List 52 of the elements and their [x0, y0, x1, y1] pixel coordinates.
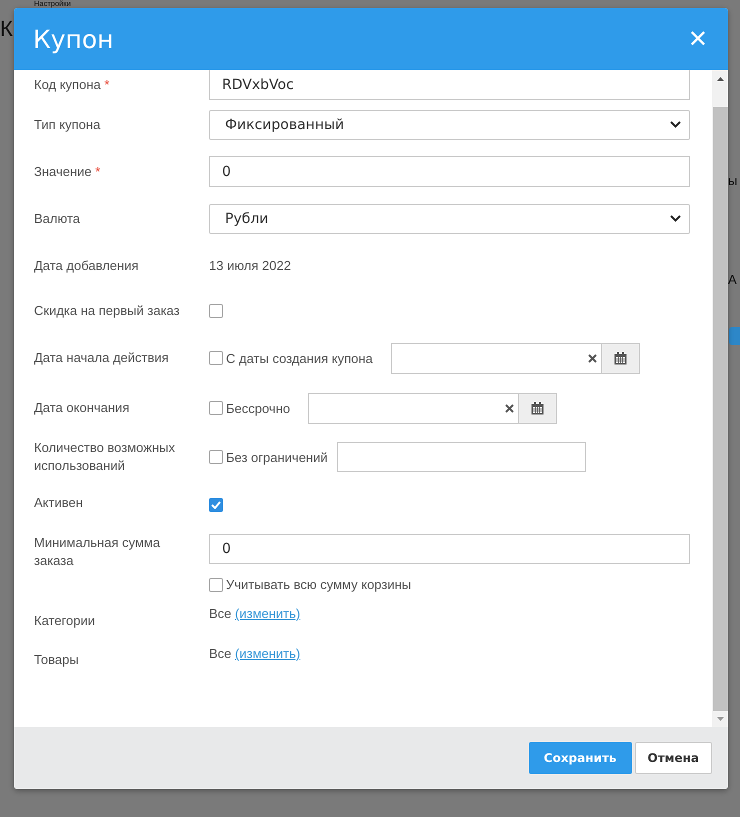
calendar-button[interactable] [602, 342, 640, 374]
calendar-icon [614, 352, 627, 364]
chevron-icon [670, 215, 681, 222]
field-label: Дата начала действия [34, 349, 170, 367]
checkbox-label: Бессрочно [226, 400, 290, 416]
field-label: Активен [34, 494, 84, 512]
input-field[interactable]: RDVxbVoc [209, 70, 690, 100]
date-field[interactable] [390, 342, 602, 374]
scroll-down-icon [716, 717, 724, 721]
calendar-button[interactable] [519, 392, 558, 424]
dropdown[interactable]: Фиксированный [209, 110, 690, 140]
input-field[interactable] [336, 442, 586, 472]
scroll-up-icon [716, 77, 724, 81]
field-label: Товары [34, 651, 80, 669]
field-label: Дата добавления [34, 256, 140, 274]
field-label: Значение [34, 164, 92, 178]
check-icon [211, 501, 221, 509]
calendar-icon [531, 402, 544, 414]
required-mark: * [95, 164, 100, 178]
field-value: 13 июля 2022 [209, 258, 291, 272]
checkbox-label: С даты создания купона [226, 350, 373, 366]
page-heading: К [0, 16, 13, 42]
checkbox[interactable] [209, 401, 223, 415]
field-label: Тип купона [34, 116, 102, 134]
checkbox-label: Без ограничений [226, 450, 328, 464]
clear-icon [505, 404, 514, 412]
field-value: Все (изменить) [209, 605, 302, 623]
field-label: Скидка на первый заказ [34, 302, 181, 320]
clear-icon [588, 354, 597, 362]
dialog-title: Купон [33, 24, 114, 54]
checkbox[interactable] [209, 450, 223, 464]
date-field[interactable] [308, 392, 520, 424]
input-field[interactable]: 0 [209, 534, 690, 564]
column-header: А [728, 272, 737, 287]
checkbox-label: Учитывать всю сумму корзины [226, 577, 412, 592]
cancel-button[interactable]: Отмена [634, 742, 712, 774]
field-label: Код купона [34, 76, 101, 92]
field-label: Количество возможных использований [34, 439, 176, 475]
chevron-icon [670, 121, 681, 128]
dropdown[interactable]: Рубли [209, 204, 690, 234]
field-label: Категории [34, 612, 96, 630]
checkbox[interactable] [209, 304, 223, 318]
field-label: Минимальная сумма заказа [34, 534, 162, 570]
field-label: Валюта [34, 210, 81, 228]
column-header: ы [728, 173, 738, 188]
checkbox[interactable] [209, 498, 223, 512]
checkbox[interactable] [209, 351, 223, 365]
field-value: Все (изменить) [209, 645, 302, 663]
checkbox[interactable] [209, 578, 223, 592]
required-mark: * [104, 76, 110, 92]
field-label: Дата окончания [34, 399, 130, 417]
input-field[interactable]: 0 [209, 156, 690, 187]
